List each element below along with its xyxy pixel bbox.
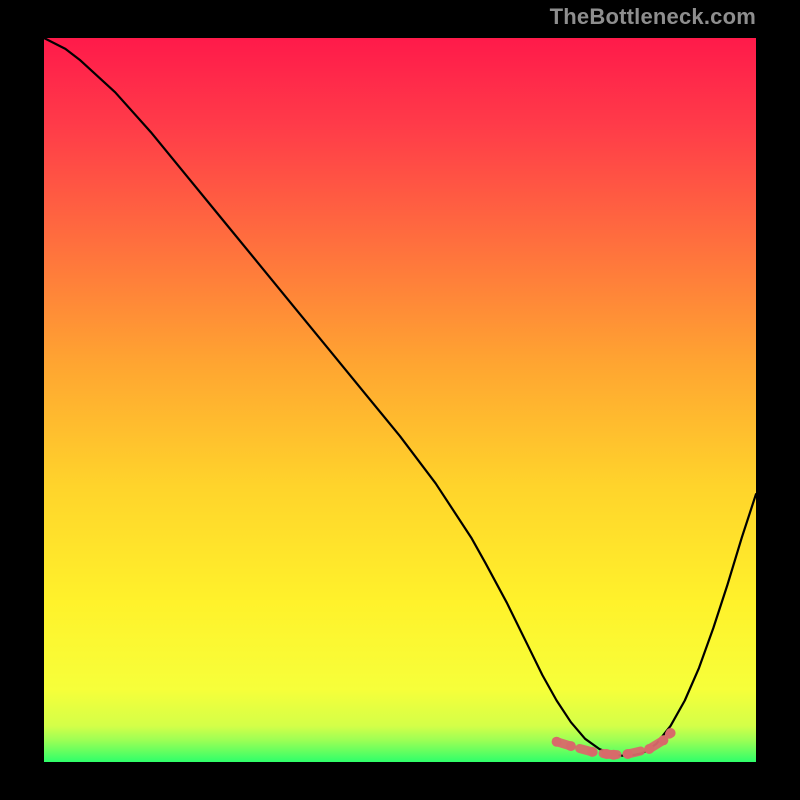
optimal-zone-dot <box>623 749 633 759</box>
watermark-label: TheBottleneck.com <box>550 4 756 30</box>
optimal-zone-dot <box>658 735 668 745</box>
plot-area <box>44 38 756 762</box>
chart-svg <box>44 38 756 762</box>
chart-frame: TheBottleneck.com <box>0 0 800 800</box>
optimal-zone-dot <box>609 750 619 760</box>
optimal-zone-dot <box>644 744 654 754</box>
optimal-zone-dot <box>552 737 562 747</box>
optimal-zone-dot <box>587 747 597 757</box>
optimal-zone-dot <box>666 728 676 738</box>
optimal-zone-dot <box>566 741 576 751</box>
gradient-background <box>44 38 756 762</box>
